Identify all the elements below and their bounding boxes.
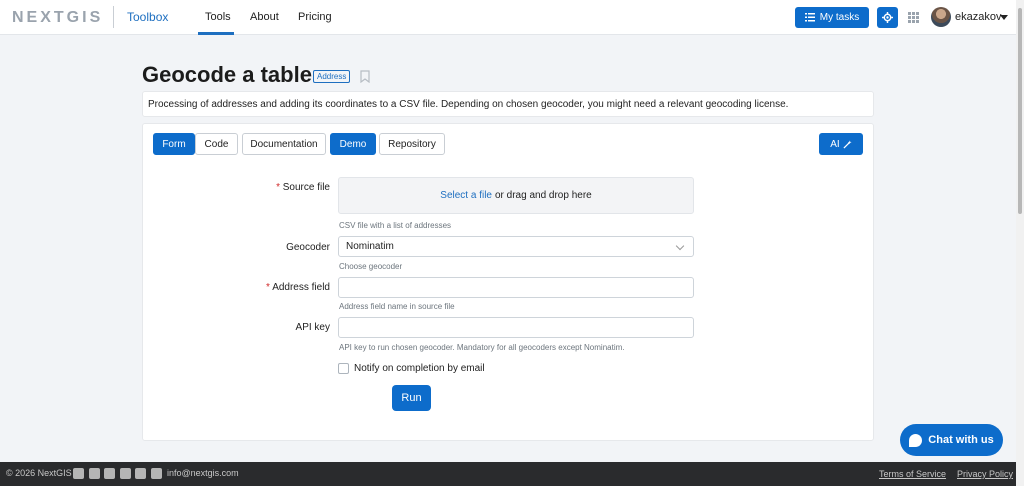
copyright: © 2026 NextGIS	[6, 468, 72, 478]
top-header: NEXTGIS Toolbox Tools About Pricing My t…	[0, 0, 1016, 35]
geocoder-label: Geocoder	[286, 242, 330, 253]
nav-about[interactable]: About	[250, 11, 279, 23]
run-button[interactable]: Run	[392, 385, 431, 411]
logo-separator	[113, 6, 114, 28]
tab-code[interactable]: Code	[195, 133, 238, 155]
api-key-hint: API key to run chosen geocoder. Mandator…	[339, 343, 625, 352]
username[interactable]: ekazakov	[955, 11, 1001, 23]
tab-documentation[interactable]: Documentation	[242, 133, 326, 155]
chat-label: Chat with us	[928, 434, 994, 446]
page-footer: © 2026 NextGIS info@nextgis.com Terms of…	[0, 462, 1016, 486]
tab-repository[interactable]: Repository	[379, 133, 445, 155]
address-field-label: * Address field	[266, 282, 330, 293]
apps-grid-icon[interactable]	[908, 12, 919, 23]
address-field-input[interactable]	[338, 277, 694, 298]
notify-label[interactable]: Notify on completion by email	[354, 363, 485, 374]
tab-form[interactable]: Form	[153, 133, 195, 155]
geocoder-select[interactable]: Nominatim	[338, 236, 694, 257]
required-mark: *	[276, 182, 280, 193]
required-mark: *	[266, 282, 270, 293]
contact-email[interactable]: info@nextgis.com	[167, 468, 239, 478]
drop-text: or drag and drop here	[494, 190, 592, 201]
avatar[interactable]	[931, 7, 951, 27]
nav-tools[interactable]: Tools	[205, 11, 231, 23]
page-title: Geocode a table	[142, 62, 312, 87]
bookmark-icon[interactable]	[360, 70, 370, 83]
notify-checkbox[interactable]	[338, 363, 349, 374]
scrollbar-thumb[interactable]	[1018, 8, 1022, 214]
chevron-down-icon[interactable]	[1000, 15, 1008, 20]
select-file-link[interactable]: Select a file	[440, 190, 492, 201]
chat-bubble-icon	[909, 433, 923, 447]
api-key-input[interactable]	[338, 317, 694, 338]
ai-label: AI	[830, 138, 840, 150]
nextgis-logo[interactable]: NEXTGIS	[12, 9, 103, 27]
ai-button[interactable]: AI	[819, 133, 863, 155]
linkedin-icon[interactable]	[120, 468, 131, 479]
list-icon	[804, 13, 815, 22]
settings-button[interactable]	[877, 7, 898, 28]
gear-icon	[882, 12, 893, 23]
api-key-label: API key	[295, 322, 330, 333]
geocoder-hint: Choose geocoder	[339, 262, 403, 271]
tab-demo[interactable]: Demo	[330, 133, 376, 155]
telegram-icon[interactable]	[73, 468, 84, 479]
description-box: Processing of addresses and adding its c…	[142, 91, 874, 117]
my-tasks-label: My tasks	[819, 12, 860, 23]
youtube-icon[interactable]	[151, 468, 162, 479]
terms-link[interactable]: Terms of Service	[879, 469, 946, 479]
my-tasks-button[interactable]: My tasks	[795, 7, 869, 28]
source-file-hint: CSV file with a list of addresses	[339, 221, 452, 230]
nav-pricing[interactable]: Pricing	[298, 11, 332, 23]
twitter-icon[interactable]	[89, 468, 100, 479]
vk-icon[interactable]	[104, 468, 115, 479]
magic-wand-icon	[843, 139, 852, 149]
product-name[interactable]: Toolbox	[127, 10, 168, 24]
geocoder-selected-value: Nominatim	[346, 241, 394, 252]
github-icon[interactable]	[135, 468, 146, 479]
source-file-label: * Source file	[276, 182, 330, 193]
privacy-link[interactable]: Privacy Policy	[957, 469, 1013, 479]
file-dropzone[interactable]: Select a file or drag and drop here	[338, 177, 694, 214]
address-field-hint: Address field name in source file	[339, 302, 455, 311]
tool-description: Processing of addresses and adding its c…	[148, 99, 789, 110]
nav-active-indicator	[198, 32, 234, 35]
category-tag[interactable]: Address	[313, 70, 351, 83]
chat-with-us-button[interactable]: Chat with us	[900, 424, 1003, 456]
